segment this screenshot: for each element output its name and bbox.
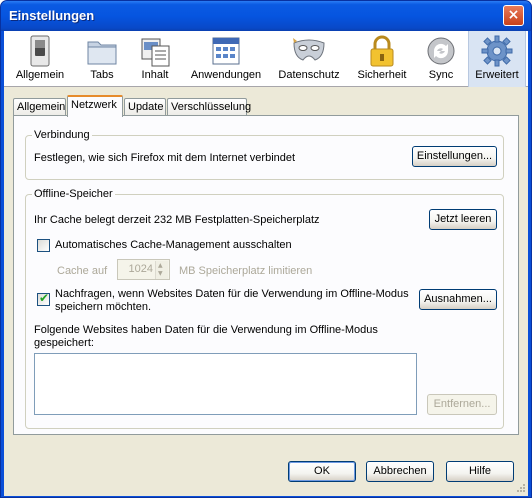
connection-settings-button[interactable]: Einstellungen...	[412, 146, 497, 167]
close-button[interactable]: ×	[503, 5, 524, 26]
tab-allgemein[interactable]: Allgemein	[13, 98, 66, 116]
cache-limit-label: Cache auf	[57, 265, 108, 277]
connection-group-title: Verbindung	[32, 129, 92, 141]
pane-datenschutz[interactable]: Datenschutz	[274, 31, 344, 87]
offline-sites-label-line2: gespeichert:	[34, 337, 94, 349]
pane-label: Allgemein	[15, 69, 65, 81]
tabs-folder-icon	[87, 41, 117, 65]
offline-storage-group: Offline-Speicher Ihr Cache belegt derzei…	[25, 188, 504, 429]
dialog-client-area: Allgemein Tabs Inhalt Anwendungen Datens…	[4, 31, 528, 496]
offline-group-title: Offline-Speicher	[32, 188, 115, 200]
clear-cache-button[interactable]: Jetzt leeren	[429, 209, 497, 230]
cache-limit-value: 1024	[128, 263, 153, 275]
lock-icon	[370, 35, 394, 67]
auto-cache-checkbox[interactable]	[37, 239, 50, 252]
exceptions-button[interactable]: Ausnahmen...	[419, 289, 497, 310]
offline-sites-label-line1: Folgende Websites haben Daten für die Ve…	[34, 324, 378, 336]
ask-offline-label-line1[interactable]: Nachfragen, wenn Websites Daten für die …	[55, 288, 409, 300]
pane-label: Datenschutz	[278, 69, 340, 81]
tab-label: Netzwerk	[71, 99, 117, 111]
pane-erweitert[interactable]: Erweitert	[468, 31, 526, 87]
title-bar[interactable]: Einstellungen ×	[1, 1, 531, 31]
pane-sicherheit[interactable]: Sicherheit	[352, 31, 412, 87]
tab-update[interactable]: Update	[124, 98, 166, 116]
spin-up-icon: ▲	[158, 262, 163, 269]
ok-button[interactable]: OK	[288, 461, 356, 482]
pane-label: Sicherheit	[357, 69, 407, 81]
applications-icon	[212, 37, 240, 65]
cache-usage-text: Ihr Cache belegt derzeit 232 MB Festplat…	[34, 214, 320, 226]
help-button[interactable]: Hilfe	[446, 461, 514, 482]
cancel-button[interactable]: Abbrechen	[366, 461, 434, 482]
switch-icon	[30, 35, 50, 67]
sync-icon	[427, 37, 455, 65]
content-icon	[141, 38, 170, 67]
connection-description: Festlegen, wie sich Firefox mit dem Inte…	[34, 152, 296, 164]
tab-label: Update	[128, 101, 164, 113]
close-icon: ×	[507, 7, 520, 23]
pane-label: Tabs	[90, 69, 114, 81]
preferences-toolbar: Allgemein Tabs Inhalt Anwendungen Datens…	[4, 31, 528, 87]
spin-down-icon: ▼	[158, 270, 163, 277]
resize-grip-icon[interactable]	[514, 482, 526, 494]
cache-limit-spinner[interactable]: 1024 ▲ ▼	[117, 259, 170, 280]
pane-label: Anwendungen	[190, 69, 262, 81]
connection-group: Verbindung Festlegen, wie sich Firefox m…	[25, 129, 504, 180]
network-tab-panel: Verbindung Festlegen, wie sich Firefox m…	[13, 115, 519, 435]
offline-sites-list[interactable]	[34, 353, 417, 415]
pane-label: Sync	[428, 69, 454, 81]
auto-cache-label[interactable]: Automatisches Cache-Management ausschalt…	[55, 239, 292, 251]
ask-offline-label-line2[interactable]: speichern möchten.	[55, 301, 151, 313]
gear-icon	[481, 35, 513, 67]
tab-verschluesselung[interactable]: Verschlüsselung	[167, 98, 251, 116]
tab-label: Allgemein	[17, 101, 66, 113]
pane-label: Erweitert	[475, 69, 519, 81]
tab-netzwerk[interactable]: Netzwerk	[67, 95, 123, 117]
pane-allgemein[interactable]: Allgemein	[14, 31, 66, 87]
cache-limit-suffix: MB Speicherplatz limitieren	[179, 265, 313, 277]
advanced-tabs: Allgemein Netzwerk Update Verschlüsselun…	[13, 95, 521, 117]
remove-site-button: Entfernen...	[427, 394, 497, 415]
pane-label: Inhalt	[141, 69, 169, 81]
pane-tabs[interactable]: Tabs	[82, 31, 122, 87]
checkmark-icon: ✔	[39, 291, 50, 305]
spin-arrows[interactable]: ▲ ▼	[155, 261, 168, 279]
preferences-window: Einstellungen × Allgemein Tabs Inhalt An…	[0, 0, 532, 498]
mask-icon	[293, 38, 325, 61]
tab-label: Verschlüsselung	[171, 101, 252, 113]
pane-inhalt[interactable]: Inhalt	[134, 31, 176, 87]
ask-offline-checkbox[interactable]: ✔	[37, 291, 50, 306]
window-title: Einstellungen	[9, 8, 95, 23]
pane-anwendungen[interactable]: Anwendungen	[188, 31, 264, 87]
pane-sync[interactable]: Sync	[422, 31, 460, 87]
